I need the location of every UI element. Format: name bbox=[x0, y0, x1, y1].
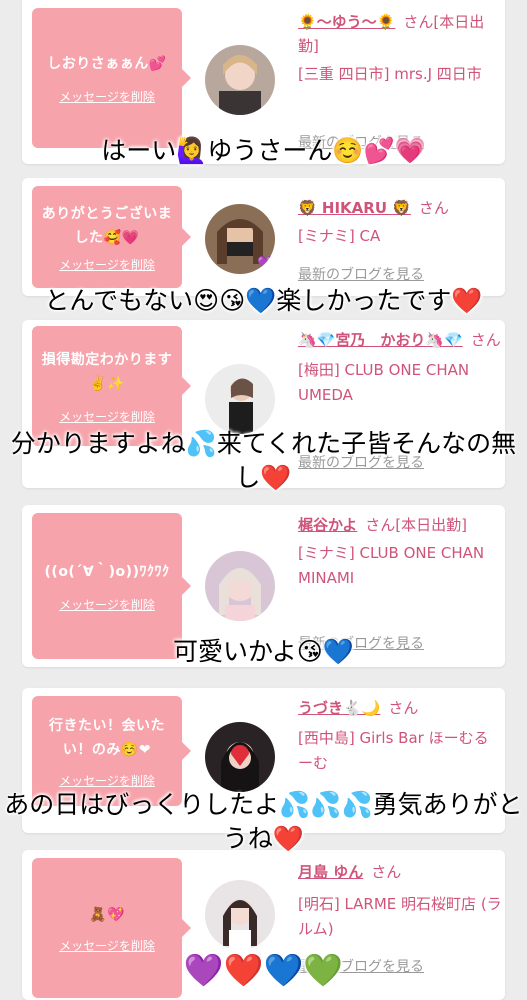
overlay-caption: あの日はびっくりしたよ💦💦💦勇気ありがとうね❤️ bbox=[4, 790, 523, 853]
shop-text: [梅田] CLUB ONE CHAN UMEDA bbox=[298, 361, 470, 404]
overlay-caption: とんでもない😍😘💙楽しかったです❤️ bbox=[44, 286, 483, 315]
message-text: ((o(´∀｀)o))ﾜｸﾜｸ bbox=[44, 563, 170, 580]
overlay-caption: はーい🙋‍♀️ゆうさーん☺️💕💗 bbox=[101, 136, 426, 165]
cast-info: 🦁 HIKARU 🦁 さん [ミナミ] CA bbox=[298, 196, 503, 249]
message-text: しおりさぁぁん💕 bbox=[47, 55, 167, 72]
cast-name-link[interactable]: 🦄💎宮乃 かおり🦄💎 bbox=[298, 331, 463, 349]
overlay-caption: 可愛いかよ😘💙 bbox=[173, 637, 354, 666]
cast-name-link[interactable]: うづき🐇🌙 bbox=[298, 699, 380, 717]
overlay-caption: 分かりますよね💦来てくれた子皆そんなの無し❤️ bbox=[10, 429, 517, 492]
cast-info: 🌻〜ゆう〜🌻 さん[本日出勤] [三重 四日市] mrs.J 四日市 bbox=[298, 10, 503, 87]
cast-info: 月島 ゆん さん [明石] LARME 明石桜町店 (ラルム) bbox=[298, 860, 503, 942]
latest-blog-link[interactable]: 最新のブログを見る bbox=[298, 264, 424, 284]
message-card: ありがとうございました🥰💗 メッセージを削除 💜 🦁 HIKARU 🦁 さん [ミ… bbox=[22, 178, 505, 296]
shop-text: [明石] LARME 明石桜町店 (ラルム) bbox=[298, 895, 502, 938]
avatar[interactable] bbox=[205, 880, 275, 950]
avatar[interactable] bbox=[205, 551, 275, 621]
cast-name-suffix: さん bbox=[388, 699, 419, 717]
cast-info: 梶谷かよ さん[本日出勤] [ミナミ] CLUB ONE CHAN MINAMI bbox=[298, 513, 503, 591]
cast-name-suffix: さん bbox=[418, 199, 449, 217]
shop-text: [ミナミ] CLUB ONE CHAN MINAMI bbox=[298, 544, 485, 587]
cast-info: 🦄💎宮乃 かおり🦄💎 さん [梅田] CLUB ONE CHAN UMEDA bbox=[298, 328, 503, 408]
message-bubble: しおりさぁぁん💕 メッセージを削除 bbox=[32, 8, 191, 148]
svg-text:💜: 💜 bbox=[257, 255, 275, 272]
message-text: 損得勘定わかります✌️✨ bbox=[41, 351, 173, 392]
cast-name-suffix: さん bbox=[470, 331, 501, 349]
message-text: ありがとうございました🥰💗 bbox=[41, 205, 173, 246]
avatar[interactable] bbox=[205, 45, 275, 115]
cast-name-suffix: さん bbox=[371, 863, 402, 881]
cast-name-link[interactable]: 🌻〜ゆう〜🌻 bbox=[298, 13, 395, 31]
message-text: 行きたい！会いたい！のみ☺️❤ bbox=[49, 717, 165, 758]
delete-message-link[interactable]: メッセージを削除 bbox=[59, 256, 155, 273]
shop-text: [西中島] Girls Bar ほーむるーむ bbox=[298, 729, 489, 772]
delete-message-link[interactable]: メッセージを削除 bbox=[59, 772, 155, 789]
shop-text: [ミナミ] CA bbox=[298, 227, 381, 245]
cast-info: うづき🐇🌙 さん [西中島] Girls Bar ほーむるーむ bbox=[298, 696, 503, 776]
overlay-caption: 💜❤️💙💚 bbox=[183, 951, 344, 989]
message-text: 🧸💖 bbox=[89, 906, 125, 923]
shop-text: [三重 四日市] mrs.J 四日市 bbox=[298, 65, 482, 83]
cast-name-suffix: さん[本日出勤] bbox=[365, 516, 467, 534]
delete-message-link[interactable]: メッセージを削除 bbox=[59, 88, 155, 105]
avatar[interactable] bbox=[205, 722, 275, 792]
delete-message-link[interactable]: メッセージを削除 bbox=[59, 408, 155, 425]
avatar[interactable] bbox=[205, 364, 275, 434]
avatar[interactable]: 💜 bbox=[205, 204, 275, 274]
delete-message-link[interactable]: メッセージを削除 bbox=[59, 596, 155, 613]
cast-name-link[interactable]: 梶谷かよ bbox=[298, 516, 357, 534]
message-bubble: ありがとうございました🥰💗 メッセージを削除 bbox=[32, 186, 191, 288]
cast-name-link[interactable]: 月島 ゆん bbox=[298, 863, 363, 881]
cast-name-link[interactable]: 🦁 HIKARU 🦁 bbox=[298, 199, 411, 217]
